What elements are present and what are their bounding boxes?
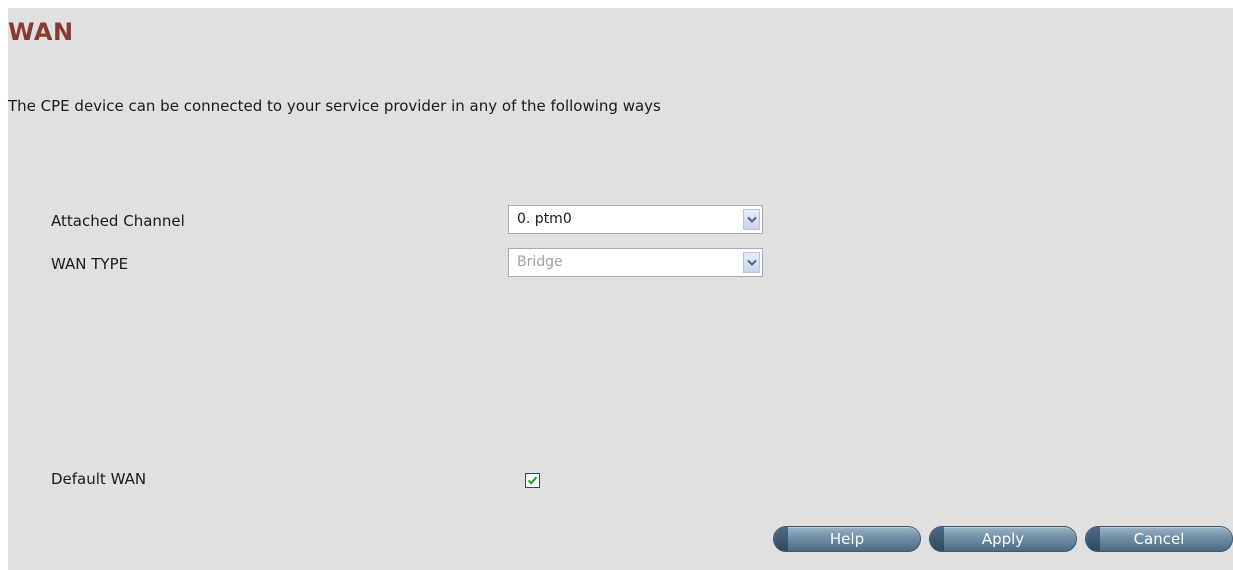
help-button[interactable]: Help <box>773 526 921 552</box>
checkmark-icon <box>527 476 538 485</box>
button-cap <box>774 527 788 551</box>
wan-type-label: WAN TYPE <box>51 255 129 273</box>
attached-channel-select[interactable]: 0. ptm0 <box>508 205 763 234</box>
wan-type-value: Bridge <box>517 254 563 270</box>
apply-button[interactable]: Apply <box>929 526 1077 552</box>
chevron-down-icon[interactable] <box>743 252 760 273</box>
wan-config-panel: WAN The CPE device can be connected to y… <box>8 8 1233 570</box>
cancel-button-label: Cancel <box>1133 530 1185 548</box>
wan-type-select[interactable]: Bridge <box>508 248 763 277</box>
default-wan-label: Default WAN <box>51 470 147 488</box>
cancel-button[interactable]: Cancel <box>1085 526 1233 552</box>
chevron-down-icon[interactable] <box>743 209 760 230</box>
button-cap <box>1086 527 1100 551</box>
button-cap <box>930 527 944 551</box>
attached-channel-label: Attached Channel <box>51 212 185 230</box>
apply-button-label: Apply <box>981 530 1025 548</box>
intro-text: The CPE device can be connected to your … <box>8 97 661 115</box>
default-wan-checkbox[interactable] <box>525 473 540 488</box>
help-button-label: Help <box>829 530 865 548</box>
attached-channel-value: 0. ptm0 <box>517 211 572 227</box>
page-title: WAN <box>8 18 74 46</box>
